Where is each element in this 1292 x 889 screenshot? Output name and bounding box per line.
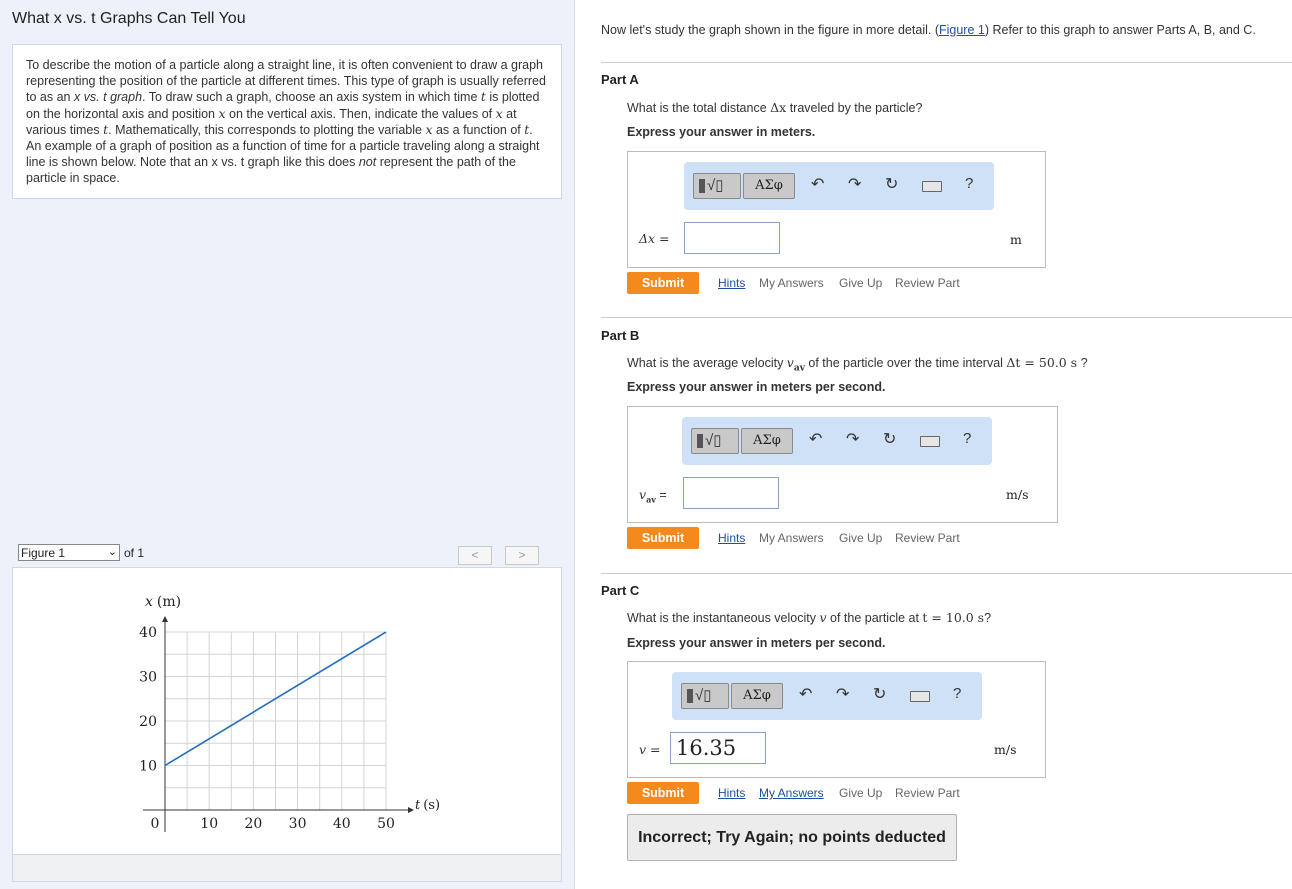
y-tick-label: 20: [139, 714, 157, 730]
x-tick-label: 20: [244, 816, 262, 832]
part-a-question: What is the total distance Δx traveled b…: [627, 100, 923, 115]
divider: [601, 317, 1292, 318]
figure-count: of 1: [124, 546, 145, 560]
part-c-give-up-link[interactable]: Give Up: [839, 786, 882, 800]
part-b-answer-input[interactable]: [683, 477, 779, 509]
redo-icon[interactable]: ↷: [848, 174, 861, 194]
part-a-hints-link[interactable]: Hints: [718, 276, 745, 290]
part-c-input-label: v =: [639, 742, 661, 757]
templates-button[interactable]: √▯: [691, 428, 739, 454]
undo-icon[interactable]: ↶: [809, 429, 822, 449]
part-c-question: What is the instantaneous velocity v of …: [627, 610, 992, 625]
part-a-my-answers-link[interactable]: My Answers: [759, 276, 824, 290]
undo-icon[interactable]: ↶: [811, 174, 824, 194]
math-toolbar: √▯ ΑΣφ ↶ ↷ ↻ ?: [684, 162, 994, 210]
page-title: What x vs. t Graphs Can Tell You: [12, 10, 246, 27]
part-c-my-answers-link[interactable]: My Answers: [759, 786, 824, 800]
part-b-review-part-link[interactable]: Review Part: [895, 531, 960, 545]
intro-text: To describe the motion of a particle alo…: [12, 44, 562, 199]
part-b-instruction: Express your answer in meters per second…: [627, 380, 886, 394]
x-tick-label: 30: [289, 816, 307, 832]
part-a-instruction: Express your answer in meters.: [627, 125, 816, 139]
part-b-title: Part B: [601, 328, 640, 343]
symbols-button[interactable]: ΑΣφ: [743, 173, 795, 199]
x-tick-label: 0: [151, 816, 160, 832]
templates-button[interactable]: √▯: [693, 173, 741, 199]
undo-icon[interactable]: ↶: [799, 684, 812, 704]
math-toolbar: √▯ ΑΣφ ↶ ↷ ↻ ?: [672, 672, 982, 720]
symbols-button[interactable]: ΑΣφ: [741, 428, 793, 454]
redo-icon[interactable]: ↷: [846, 429, 859, 449]
part-c-review-part-link[interactable]: Review Part: [895, 786, 960, 800]
reset-icon[interactable]: ↻: [885, 174, 898, 194]
figure-footer: [12, 854, 562, 882]
part-a-give-up-link[interactable]: Give Up: [839, 276, 882, 290]
symbols-button[interactable]: ΑΣφ: [731, 683, 783, 709]
figure-select[interactable]: Figure 1 ⌄: [18, 544, 120, 561]
part-b-answer-box: √▯ ΑΣφ ↶ ↷ ↻ ? vav = m/s: [627, 406, 1058, 523]
part-c-submit-button[interactable]: Submit: [627, 782, 699, 804]
sqrt-template-icon: [697, 434, 703, 448]
chart-tick-labels: 0 10 20 30 40 50 10 20 30 40: [139, 625, 395, 832]
templates-button[interactable]: √▯: [681, 683, 729, 709]
divider: [601, 62, 1292, 63]
part-a-submit-button[interactable]: Submit: [627, 272, 699, 294]
reset-icon[interactable]: ↻: [883, 429, 896, 449]
part-c-instruction: Express your answer in meters per second…: [627, 636, 886, 650]
x-tick-label: 50: [377, 816, 395, 832]
part-a-input-label: Δx =: [639, 231, 670, 246]
lead-text: Now let's study the graph shown in the f…: [601, 23, 1256, 37]
part-b-unit: m/s: [1006, 487, 1029, 502]
part-b-give-up-link[interactable]: Give Up: [839, 531, 882, 545]
y-axis-label: x (m): [145, 594, 181, 610]
previous-figure-button[interactable]: <: [458, 546, 492, 565]
keyboard-icon[interactable]: [920, 436, 940, 447]
part-c-title: Part C: [601, 583, 640, 598]
left-panel: What x vs. t Graphs Can Tell You To desc…: [0, 0, 575, 889]
xt-graph: 0 10 20 30 40 50 10 20 30 40 x (m) t (s): [139, 594, 440, 832]
figure-navigation: Figure 1 ⌄ of 1 < >: [12, 543, 560, 567]
redo-icon[interactable]: ↷: [836, 684, 849, 704]
chevron-down-icon: ⌄: [107, 546, 117, 558]
next-figure-button[interactable]: >: [505, 546, 539, 565]
figure-panel: 0 10 20 30 40 50 10 20 30 40 x (m) t (s): [12, 567, 562, 855]
part-a-answer-input[interactable]: [684, 222, 780, 254]
keyboard-icon[interactable]: [922, 181, 942, 192]
part-b-input-label: vav =: [639, 487, 667, 505]
part-a-review-part-link[interactable]: Review Part: [895, 276, 960, 290]
part-c-answer-input[interactable]: 16.35: [670, 732, 766, 764]
divider: [601, 573, 1292, 574]
chart-axes: [143, 616, 414, 832]
sqrt-template-icon: [699, 179, 705, 193]
part-b-submit-button[interactable]: Submit: [627, 527, 699, 549]
part-c-unit: m/s: [994, 742, 1017, 757]
keyboard-icon[interactable]: [910, 691, 930, 702]
sqrt-template-icon: [687, 689, 693, 703]
part-b-hints-link[interactable]: Hints: [718, 531, 745, 545]
part-c-hints-link[interactable]: Hints: [718, 786, 745, 800]
right-panel: Now let's study the graph shown in the f…: [575, 0, 1292, 889]
help-button[interactable]: ?: [963, 430, 971, 447]
x-tick-label: 40: [333, 816, 351, 832]
part-c-answer-box: √▯ ΑΣφ ↶ ↷ ↻ ? v = 16.35 m/s: [627, 661, 1046, 778]
y-axis-arrow-icon: [162, 616, 168, 622]
figure-link[interactable]: Figure 1: [939, 23, 985, 37]
x-axis-label: t (s): [415, 798, 440, 813]
part-a-answer-box: √▯ ΑΣφ ↶ ↷ ↻ ? Δx = m: [627, 151, 1046, 268]
reset-icon[interactable]: ↻: [873, 684, 886, 704]
help-button[interactable]: ?: [965, 175, 973, 192]
part-a-title: Part A: [601, 72, 639, 87]
math-toolbar: √▯ ΑΣφ ↶ ↷ ↻ ?: [682, 417, 992, 465]
x-axis-arrow-icon: [408, 807, 414, 813]
chart-grid: [165, 631, 387, 810]
part-b-question: What is the average velocity vav of the …: [627, 355, 1088, 374]
part-b-my-answers-link[interactable]: My Answers: [759, 531, 824, 545]
feedback-message: Incorrect; Try Again; no points deducted: [627, 814, 957, 861]
part-a-unit: m: [1010, 232, 1022, 247]
y-tick-label: 40: [139, 625, 157, 641]
y-tick-label: 10: [139, 759, 157, 775]
y-tick-label: 30: [139, 670, 157, 686]
help-button[interactable]: ?: [953, 685, 961, 702]
x-tick-label: 10: [200, 816, 218, 832]
